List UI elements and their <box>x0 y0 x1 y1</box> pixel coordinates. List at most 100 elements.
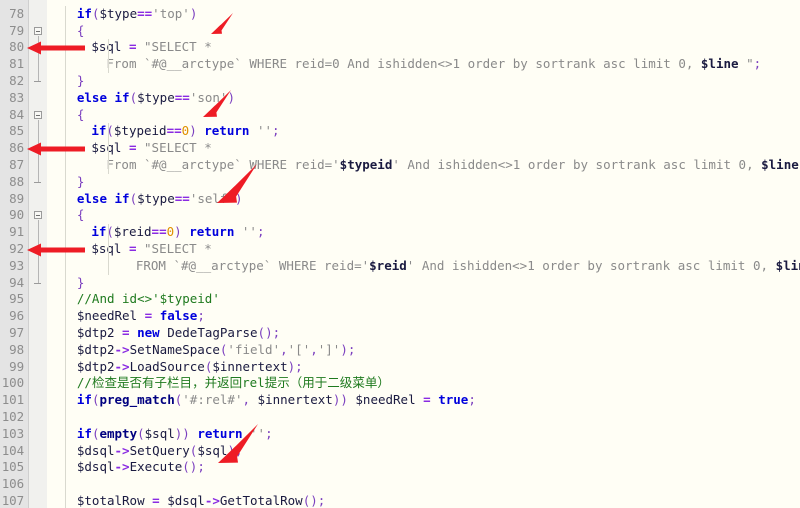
fold-range-84-88 <box>37 119 39 182</box>
code-text-105[interactable]: $dsql->Execute(); <box>77 459 205 476</box>
line-number-81: 81 <box>9 56 24 72</box>
fold-end-line-82[interactable] <box>34 81 41 82</box>
indent-guide-91-93 <box>108 224 109 275</box>
code-text-78[interactable]: if($type=='top') <box>77 6 197 23</box>
code-text-107[interactable]: $totalRow = $dsql->GetTotalRow(); <box>77 493 325 508</box>
code-text-85[interactable]: if($typeid==0) return ''; <box>91 123 279 140</box>
code-editor-view[interactable]: 78 if($type=='top') 79{80 $sql = "SELECT * 8… <box>0 0 800 508</box>
fold-range-79-82 <box>37 35 39 81</box>
code-line-101[interactable]: 101 if(preg_match('#:rel#', $innertext)) … <box>0 392 800 409</box>
line-number-83: 83 <box>9 89 24 105</box>
code-line-82[interactable]: 82} <box>0 73 800 90</box>
fold-toggle-line-90[interactable] <box>34 211 42 220</box>
line-number-80: 80 <box>9 39 24 55</box>
line-number-92: 92 <box>9 241 24 256</box>
code-text-96[interactable]: $needRel = false; <box>77 308 205 325</box>
code-line-80[interactable]: 80 $sql = "SELECT * <box>0 39 800 56</box>
code-text-93[interactable]: FROM `#@__arctype` WHERE reid='$reid' An… <box>106 258 800 275</box>
line-number-86: 86 <box>9 140 24 156</box>
code-line-100[interactable]: 100 //检查是否有子栏目，并返回rel提示（用于二级菜单） <box>0 375 800 392</box>
indent-guide-85-87 <box>108 123 109 174</box>
code-line-102[interactable]: 102 <box>0 409 800 426</box>
fold-toggle-line-79[interactable] <box>34 26 42 35</box>
line-number-101: 101 <box>1 392 24 408</box>
code-line-107[interactable]: 107 $totalRow = $dsql->GetTotalRow(); <box>0 493 800 508</box>
code-text-88[interactable]: } <box>77 174 85 191</box>
line-number-97: 97 <box>9 325 24 340</box>
code-text-86[interactable]: $sql = "SELECT * <box>91 140 211 157</box>
code-text-98[interactable]: $dtp2->SetNameSpace('field','[',']'); <box>77 342 356 359</box>
line-number-104: 104 <box>1 442 24 458</box>
code-line-87[interactable]: 87 From `#@__arctype` WHERE reid='$typei… <box>0 157 800 174</box>
code-text-79[interactable]: { <box>77 23 85 40</box>
code-text-91[interactable]: if($reid==0) return ''; <box>91 224 264 241</box>
code-line-85[interactable]: 85 if($typeid==0) return ''; <box>0 123 800 140</box>
code-line-79[interactable]: 79 { <box>0 23 800 40</box>
line-number-93: 93 <box>9 257 24 273</box>
code-line-90[interactable]: 90 { <box>0 207 800 224</box>
line-number-79: 79 <box>9 22 24 38</box>
code-text-84[interactable]: { <box>77 107 85 124</box>
line-number-78: 78 <box>9 5 24 21</box>
code-line-99[interactable]: 99 $dtp2->LoadSource($innertext); <box>0 359 800 376</box>
code-text-95[interactable]: //And id<>'$typeid' <box>77 291 220 308</box>
line-number-94: 94 <box>9 274 24 290</box>
code-text-89[interactable]: else if($type=='self') <box>77 191 243 208</box>
code-line-94[interactable]: 94} <box>0 275 800 292</box>
fold-toggle-line-84[interactable] <box>34 110 42 119</box>
line-number-90: 90 <box>9 207 24 223</box>
code-line-78[interactable]: 78 if($type=='top') <box>0 6 800 23</box>
code-line-92[interactable]: 92 $sql = "SELECT * <box>0 241 800 258</box>
line-number-106: 106 <box>1 476 24 492</box>
code-text-97[interactable]: $dtp2 = new DedeTagParse(); <box>77 325 280 342</box>
code-line-106[interactable]: 106 <box>0 476 800 493</box>
code-text-103[interactable]: if(empty($sql)) return ''; <box>77 426 273 443</box>
code-line-83[interactable]: 83 else if($type=='son') <box>0 90 800 107</box>
code-line-95[interactable]: 95 //And id<>'$typeid' <box>0 291 800 308</box>
code-text-80[interactable]: $sql = "SELECT * <box>91 39 211 56</box>
line-number-100: 100 <box>1 375 24 391</box>
code-line-93[interactable]: 93 FROM `#@__arctype` WHERE reid='$reid'… <box>0 258 800 275</box>
code-text-81[interactable]: From `#@__arctype` WHERE reid=0 And ishi… <box>91 56 761 73</box>
line-number-105: 105 <box>1 459 24 475</box>
line-number-87: 87 <box>9 157 24 172</box>
line-number-95: 95 <box>9 291 24 307</box>
line-number-103: 103 <box>1 425 24 441</box>
fold-end-line-88[interactable] <box>34 181 41 183</box>
indent-guide-80-81 <box>108 39 109 73</box>
code-line-96[interactable]: 96 $needRel = false; <box>0 308 800 325</box>
line-number-89: 89 <box>9 190 24 206</box>
code-line-88[interactable]: 88} <box>0 174 800 191</box>
code-text-101[interactable]: if(preg_match('#:rel#', $innertext)) $ne… <box>77 392 476 409</box>
code-line-98[interactable]: 98 $dtp2->SetNameSpace('field','[',']'); <box>0 342 800 359</box>
code-text-87[interactable]: From `#@__arctype` WHERE reid='$typeid' … <box>91 157 800 174</box>
code-line-89[interactable]: 89 else if($type=='self') <box>0 191 800 208</box>
code-text-82[interactable]: } <box>77 73 85 90</box>
indent-guide-level-1 <box>65 5 66 508</box>
code-line-81[interactable]: 81 From `#@__arctype` WHERE reid=0 And i… <box>0 56 800 73</box>
line-number-88: 88 <box>9 173 24 189</box>
code-text-94[interactable]: } <box>77 275 85 292</box>
code-line-91[interactable]: 91 if($reid==0) return ''; <box>0 224 800 241</box>
code-text-90[interactable]: { <box>77 207 85 224</box>
line-number-91: 91 <box>9 224 24 240</box>
code-line-105[interactable]: 105 $dsql->Execute(); <box>0 459 800 476</box>
code-line-86[interactable]: 86 $sql = "SELECT * <box>0 140 800 157</box>
code-text-99[interactable]: $dtp2->LoadSource($innertext); <box>77 359 303 376</box>
code-line-104[interactable]: 104 $dsql->SetQuery($sql); <box>0 443 800 460</box>
line-number-82: 82 <box>9 73 24 88</box>
line-number-84: 84 <box>9 106 24 122</box>
code-line-97[interactable]: 97 $dtp2 = new DedeTagParse(); <box>0 325 800 342</box>
code-text-104[interactable]: $dsql->SetQuery($sql); <box>77 443 243 460</box>
fold-end-line-94[interactable] <box>34 282 41 284</box>
code-text-83[interactable]: else if($type=='son') <box>77 90 235 107</box>
line-number-99: 99 <box>9 358 24 374</box>
code-text-92[interactable]: $sql = "SELECT * <box>91 241 211 258</box>
line-number-102: 102 <box>1 409 24 424</box>
code-line-103[interactable]: 103 if(empty($sql)) return ''; <box>0 426 800 443</box>
fold-range-90-94 <box>37 220 39 283</box>
code-line-84[interactable]: 84 { <box>0 107 800 124</box>
line-number-107: 107 <box>1 493 24 508</box>
code-text-100[interactable]: //检查是否有子栏目，并返回rel提示（用于二级菜单） <box>77 375 390 392</box>
line-number-85: 85 <box>9 123 24 139</box>
